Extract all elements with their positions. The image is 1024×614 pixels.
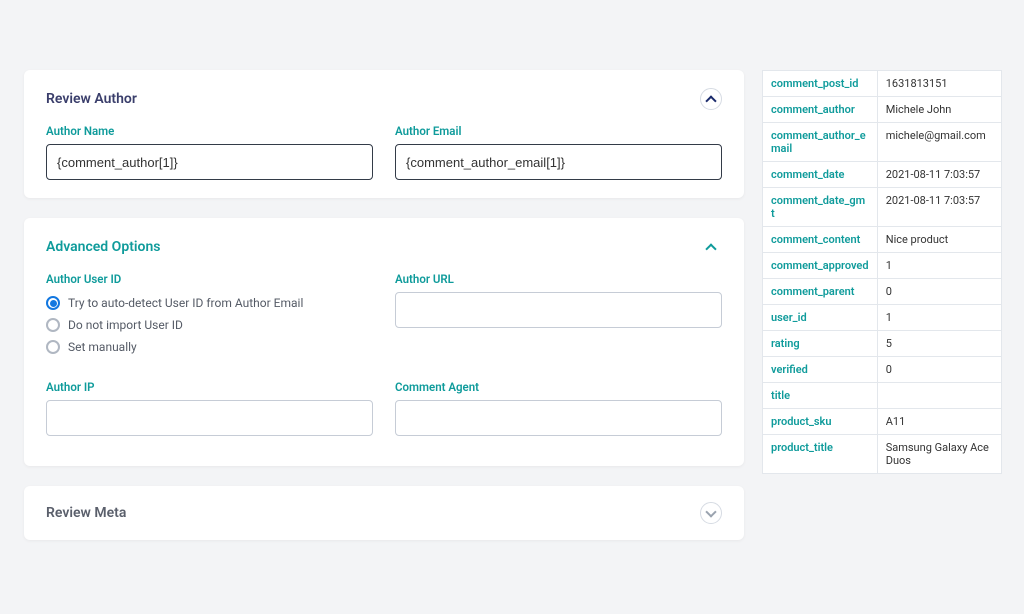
chevron-down-icon bbox=[705, 506, 716, 517]
meta-value-cell bbox=[877, 383, 1001, 409]
meta-value-cell: 2021-08-11 7:03:57 bbox=[877, 162, 1001, 188]
meta-value-cell: 1 bbox=[877, 253, 1001, 279]
radio-label: Try to auto-detect User ID from Author E… bbox=[68, 296, 303, 310]
table-row: comment_contentNice product bbox=[763, 227, 1002, 253]
meta-value-cell: michele@gmail.com bbox=[877, 123, 1001, 162]
table-row: product_titleSamsung Galaxy Ace Duos bbox=[763, 435, 1002, 474]
author-ip-label: Author IP bbox=[46, 380, 373, 394]
meta-key-cell: verified bbox=[763, 357, 878, 383]
advanced-body: Author User ID Try to auto-detect User I… bbox=[46, 272, 722, 436]
meta-value-cell: 1 bbox=[877, 305, 1001, 331]
meta-key-cell: comment_post_id bbox=[763, 71, 878, 97]
meta-key-cell: user_id bbox=[763, 305, 878, 331]
radio-label: Set manually bbox=[68, 340, 137, 354]
comment-agent-input[interactable] bbox=[395, 400, 722, 436]
table-row: comment_date_gmt2021-08-11 7:03:57 bbox=[763, 188, 1002, 227]
radio-auto-detect[interactable]: Try to auto-detect User ID from Author E… bbox=[46, 296, 373, 310]
meta-value-cell: Michele John bbox=[877, 97, 1001, 123]
left-column: Review Author Author Name Author Email A… bbox=[24, 70, 744, 594]
main-container: Review Author Author Name Author Email A… bbox=[0, 0, 1024, 614]
meta-value-cell: 0 bbox=[877, 279, 1001, 305]
author-name-label: Author Name bbox=[46, 124, 373, 138]
review-author-title: Review Author bbox=[46, 91, 137, 107]
author-name-group: Author Name bbox=[46, 124, 373, 180]
meta-key-cell: comment_date bbox=[763, 162, 878, 188]
advanced-options-header: Advanced Options bbox=[46, 236, 722, 258]
review-meta-title: Review Meta bbox=[46, 505, 126, 521]
author-url-label: Author URL bbox=[395, 272, 722, 286]
advanced-options-title: Advanced Options bbox=[46, 239, 160, 255]
author-email-input[interactable] bbox=[395, 144, 722, 180]
author-name-input[interactable] bbox=[46, 144, 373, 180]
meta-value-cell: 0 bbox=[877, 357, 1001, 383]
table-row: title bbox=[763, 383, 1002, 409]
meta-key-cell: rating bbox=[763, 331, 878, 357]
collapse-review-author-button[interactable] bbox=[700, 88, 722, 110]
chevron-up-icon bbox=[705, 95, 716, 106]
advanced-row-1: Author User ID Try to auto-detect User I… bbox=[46, 272, 722, 362]
right-column: comment_post_id1631813151comment_authorM… bbox=[762, 70, 1002, 594]
meta-key-cell: comment_date_gmt bbox=[763, 188, 878, 227]
author-fields-row: Author Name Author Email bbox=[46, 124, 722, 180]
table-row: comment_parent0 bbox=[763, 279, 1002, 305]
meta-value-cell: Nice product bbox=[877, 227, 1001, 253]
review-meta-header: Review Meta bbox=[46, 502, 722, 524]
meta-key-cell: comment_approved bbox=[763, 253, 878, 279]
meta-key-cell: title bbox=[763, 383, 878, 409]
author-url-input[interactable] bbox=[395, 292, 722, 328]
review-author-card: Review Author Author Name Author Email bbox=[24, 70, 744, 198]
radio-icon bbox=[46, 318, 60, 332]
table-row: comment_date2021-08-11 7:03:57 bbox=[763, 162, 1002, 188]
review-author-header: Review Author bbox=[46, 88, 722, 110]
table-row: comment_approved1 bbox=[763, 253, 1002, 279]
review-meta-card: Review Meta bbox=[24, 486, 744, 540]
comment-agent-label: Comment Agent bbox=[395, 380, 722, 394]
table-row: comment_author_emailmichele@gmail.com bbox=[763, 123, 1002, 162]
metadata-table: comment_post_id1631813151comment_authorM… bbox=[762, 70, 1002, 474]
advanced-row-2: Author IP Comment Agent bbox=[46, 380, 722, 436]
meta-key-cell: comment_content bbox=[763, 227, 878, 253]
user-id-radio-group: Try to auto-detect User ID from Author E… bbox=[46, 296, 373, 362]
radio-do-not-import[interactable]: Do not import User ID bbox=[46, 318, 373, 332]
table-row: product_skuA11 bbox=[763, 409, 1002, 435]
author-ip-input[interactable] bbox=[46, 400, 373, 436]
meta-key-cell: product_title bbox=[763, 435, 878, 474]
meta-value-cell: A11 bbox=[877, 409, 1001, 435]
meta-key-cell: comment_author_email bbox=[763, 123, 878, 162]
table-row: comment_post_id1631813151 bbox=[763, 71, 1002, 97]
author-url-group: Author URL bbox=[395, 272, 722, 362]
meta-value-cell: 2021-08-11 7:03:57 bbox=[877, 188, 1001, 227]
radio-label: Do not import User ID bbox=[68, 318, 183, 332]
meta-value-cell: 1631813151 bbox=[877, 71, 1001, 97]
table-row: verified0 bbox=[763, 357, 1002, 383]
expand-review-meta-button[interactable] bbox=[700, 502, 722, 524]
advanced-options-card: Advanced Options Author User ID Try to a… bbox=[24, 218, 744, 466]
author-email-label: Author Email bbox=[395, 124, 722, 138]
radio-icon bbox=[46, 340, 60, 354]
meta-key-cell: product_sku bbox=[763, 409, 878, 435]
table-row: user_id1 bbox=[763, 305, 1002, 331]
author-ip-group: Author IP bbox=[46, 380, 373, 436]
collapse-advanced-button[interactable] bbox=[700, 236, 722, 258]
table-row: comment_authorMichele John bbox=[763, 97, 1002, 123]
meta-value-cell: Samsung Galaxy Ace Duos bbox=[877, 435, 1001, 474]
chevron-up-icon bbox=[705, 243, 716, 254]
meta-value-cell: 5 bbox=[877, 331, 1001, 357]
meta-key-cell: comment_parent bbox=[763, 279, 878, 305]
author-email-group: Author Email bbox=[395, 124, 722, 180]
author-user-id-group: Author User ID Try to auto-detect User I… bbox=[46, 272, 373, 362]
meta-key-cell: comment_author bbox=[763, 97, 878, 123]
comment-agent-group: Comment Agent bbox=[395, 380, 722, 436]
table-row: rating5 bbox=[763, 331, 1002, 357]
radio-set-manually[interactable]: Set manually bbox=[46, 340, 373, 354]
author-user-id-label: Author User ID bbox=[46, 272, 373, 286]
radio-icon bbox=[46, 296, 60, 310]
